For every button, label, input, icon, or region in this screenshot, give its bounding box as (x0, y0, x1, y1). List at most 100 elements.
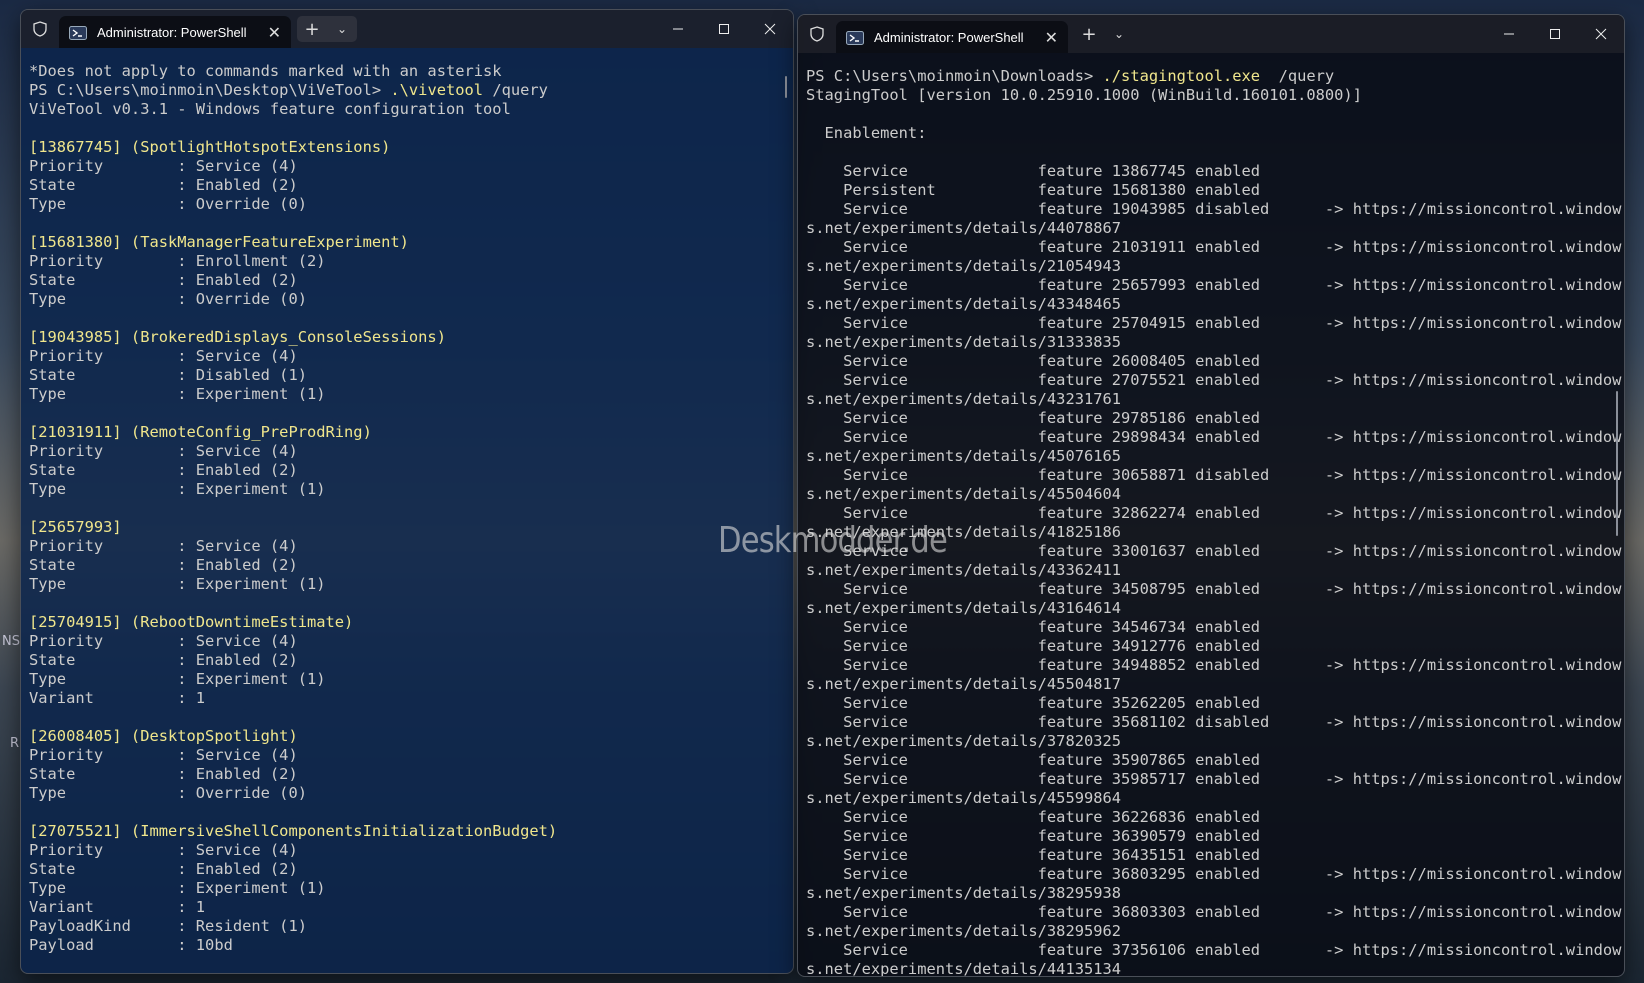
terminal-line: PayloadKind : Resident (1) (29, 917, 307, 935)
left-terminal-window[interactable]: Administrator: PowerShell ✕ + ⌄ *Does no… (20, 9, 794, 974)
desktop-edge-text: R (10, 736, 20, 751)
terminal-line: Service feature 34546734 enabled (806, 618, 1261, 636)
terminal-line: s.net/experiments/details/43348465 (806, 295, 1122, 313)
terminal-line: Service feature 35262205 enabled (806, 694, 1261, 712)
terminal-line: s.net/experiments/details/43231761 (806, 390, 1122, 408)
terminal-line: Service feature 30658871 disabled -> htt… (806, 466, 1622, 484)
terminal-line: s.net/experiments/details/45599864 (806, 789, 1122, 807)
terminal-line: Priority : Service (4) (29, 632, 298, 650)
terminal-line: State : Enabled (2) (29, 461, 298, 479)
terminal-line: State : Enabled (2) (29, 176, 298, 194)
terminal-line: Service feature 19043985 disabled -> htt… (806, 200, 1622, 218)
minimize-button[interactable] (655, 10, 701, 48)
terminal-line: [15681380] (TaskManagerFeatureExperiment… (29, 233, 409, 251)
terminal-line: ViVeTool v0.3.1 - Windows feature config… (29, 100, 511, 118)
terminal-line: Type : Override (0) (29, 290, 307, 308)
shield-icon (798, 26, 836, 42)
terminal-line: s.net/experiments/details/43362411 (806, 561, 1122, 579)
terminal-line: Priority : Service (4) (29, 442, 298, 460)
terminal-line: Type : Experiment (1) (29, 575, 326, 593)
terminal-line: Service feature 35907865 enabled (806, 751, 1261, 769)
terminal-line: Service feature 34948852 enabled -> http… (806, 656, 1622, 674)
chevron-down-icon[interactable]: ⌄ (327, 14, 357, 44)
terminal-line: Type : Experiment (1) (29, 480, 326, 498)
terminal-line: Service feature 27075521 enabled -> http… (806, 371, 1622, 389)
tab-title: Administrator: PowerShell (97, 24, 247, 40)
terminal-line: s.net/experiments/details/45076165 (806, 447, 1122, 465)
close-tab-icon[interactable]: ✕ (1045, 28, 1058, 47)
terminal-line: [27075521] (ImmersiveShellComponentsInit… (29, 822, 558, 840)
maximize-button[interactable] (1532, 15, 1578, 53)
title-bar[interactable]: Administrator: PowerShell ✕ + ⌄ (798, 15, 1624, 53)
terminal-line: Service feature 13867745 enabled (806, 162, 1261, 180)
terminal-line: Persistent feature 15681380 enabled (806, 181, 1261, 199)
scrollbar-thumb[interactable] (785, 76, 787, 98)
close-button[interactable] (1578, 15, 1624, 53)
terminal-line: Service feature 35681102 disabled -> htt… (806, 713, 1622, 731)
terminal-line: s.net/experiments/details/45504817 (806, 675, 1122, 693)
terminal-line: Service feature 26008405 enabled (806, 352, 1261, 370)
terminal-tab[interactable]: Administrator: PowerShell ✕ (59, 16, 291, 48)
tab-title: Administrator: PowerShell (874, 29, 1024, 45)
new-tab-button[interactable]: + (1074, 19, 1104, 49)
terminal-line: Service feature 37356106 enabled -> http… (806, 941, 1622, 959)
terminal-line: [25657993] (29, 518, 122, 536)
watermark-text: Deskmodder.de (718, 520, 948, 561)
title-bar[interactable]: Administrator: PowerShell ✕ + ⌄ (21, 10, 793, 48)
right-terminal-window[interactable]: Administrator: PowerShell ✕ + ⌄ PS C:\Us… (797, 14, 1625, 977)
terminal-line: Service feature 21031911 enabled -> http… (806, 238, 1622, 256)
terminal-line: *Does not apply to commands marked with … (29, 62, 502, 80)
powershell-icon (69, 25, 87, 40)
terminal-line: Enablement: (806, 124, 927, 142)
terminal-tab[interactable]: Administrator: PowerShell ✕ (836, 21, 1068, 53)
powershell-icon (846, 30, 864, 45)
terminal-line: PS C:\Users\moinmoin\Downloads> ./stagin… (806, 67, 1335, 85)
terminal-line: Service feature 25704915 enabled -> http… (806, 314, 1622, 332)
terminal-line: Service feature 29898434 enabled -> http… (806, 428, 1622, 446)
terminal-line: Type : Experiment (1) (29, 879, 326, 897)
terminal-line: Service feature 29785186 enabled (806, 409, 1261, 427)
new-tab-button[interactable]: + (297, 14, 327, 44)
shield-icon (21, 21, 59, 37)
terminal-line: s.net/experiments/details/31333835 (806, 333, 1122, 351)
terminal-line: Service feature 36803295 enabled -> http… (806, 865, 1622, 883)
terminal-line: Priority : Service (4) (29, 347, 298, 365)
terminal-line: Priority : Service (4) (29, 157, 298, 175)
terminal-line: Service feature 34912776 enabled (806, 637, 1261, 655)
close-tab-icon[interactable]: ✕ (268, 23, 281, 42)
terminal-line: s.net/experiments/details/21054943 (806, 257, 1122, 275)
terminal-line: Variant : 1 (29, 689, 206, 707)
desktop-edge-text: NS (2, 634, 20, 649)
terminal-line: Service feature 35985717 enabled -> http… (806, 770, 1622, 788)
terminal-line: Type : Override (0) (29, 195, 307, 213)
terminal-line: State : Enabled (2) (29, 556, 298, 574)
terminal-line: Service feature 36226836 enabled (806, 808, 1261, 826)
terminal-line: Priority : Service (4) (29, 746, 298, 764)
maximize-button[interactable] (701, 10, 747, 48)
terminal-line: State : Enabled (2) (29, 765, 298, 783)
terminal-line: [19043985] (BrokeredDisplays_ConsoleSess… (29, 328, 446, 346)
terminal-line: Service feature 25657993 enabled -> http… (806, 276, 1622, 294)
terminal-output[interactable]: PS C:\Users\moinmoin\Downloads> ./stagin… (798, 53, 1624, 976)
terminal-line: s.net/experiments/details/43164614 (806, 599, 1122, 617)
terminal-line: s.net/experiments/details/37820325 (806, 732, 1122, 750)
close-button[interactable] (747, 10, 793, 48)
terminal-line: s.net/experiments/details/38295938 (806, 884, 1122, 902)
terminal-line: Priority : Enrollment (2) (29, 252, 326, 270)
terminal-line: State : Disabled (1) (29, 366, 307, 384)
minimize-button[interactable] (1486, 15, 1532, 53)
terminal-line: Variant : 1 (29, 898, 206, 916)
terminal-line: [13867745] (SpotlightHotspotExtensions) (29, 138, 391, 156)
terminal-line: s.net/experiments/details/44135134 (806, 960, 1122, 976)
terminal-line: StagingTool [version 10.0.25910.1000 (Wi… (806, 86, 1362, 104)
scrollbar-thumb[interactable] (1616, 391, 1618, 536)
terminal-output[interactable]: *Does not apply to commands marked with … (21, 48, 793, 973)
terminal-line: Priority : Service (4) (29, 841, 298, 859)
terminal-line: Payload : 10bd (29, 936, 233, 954)
chevron-down-icon[interactable]: ⌄ (1104, 19, 1134, 49)
